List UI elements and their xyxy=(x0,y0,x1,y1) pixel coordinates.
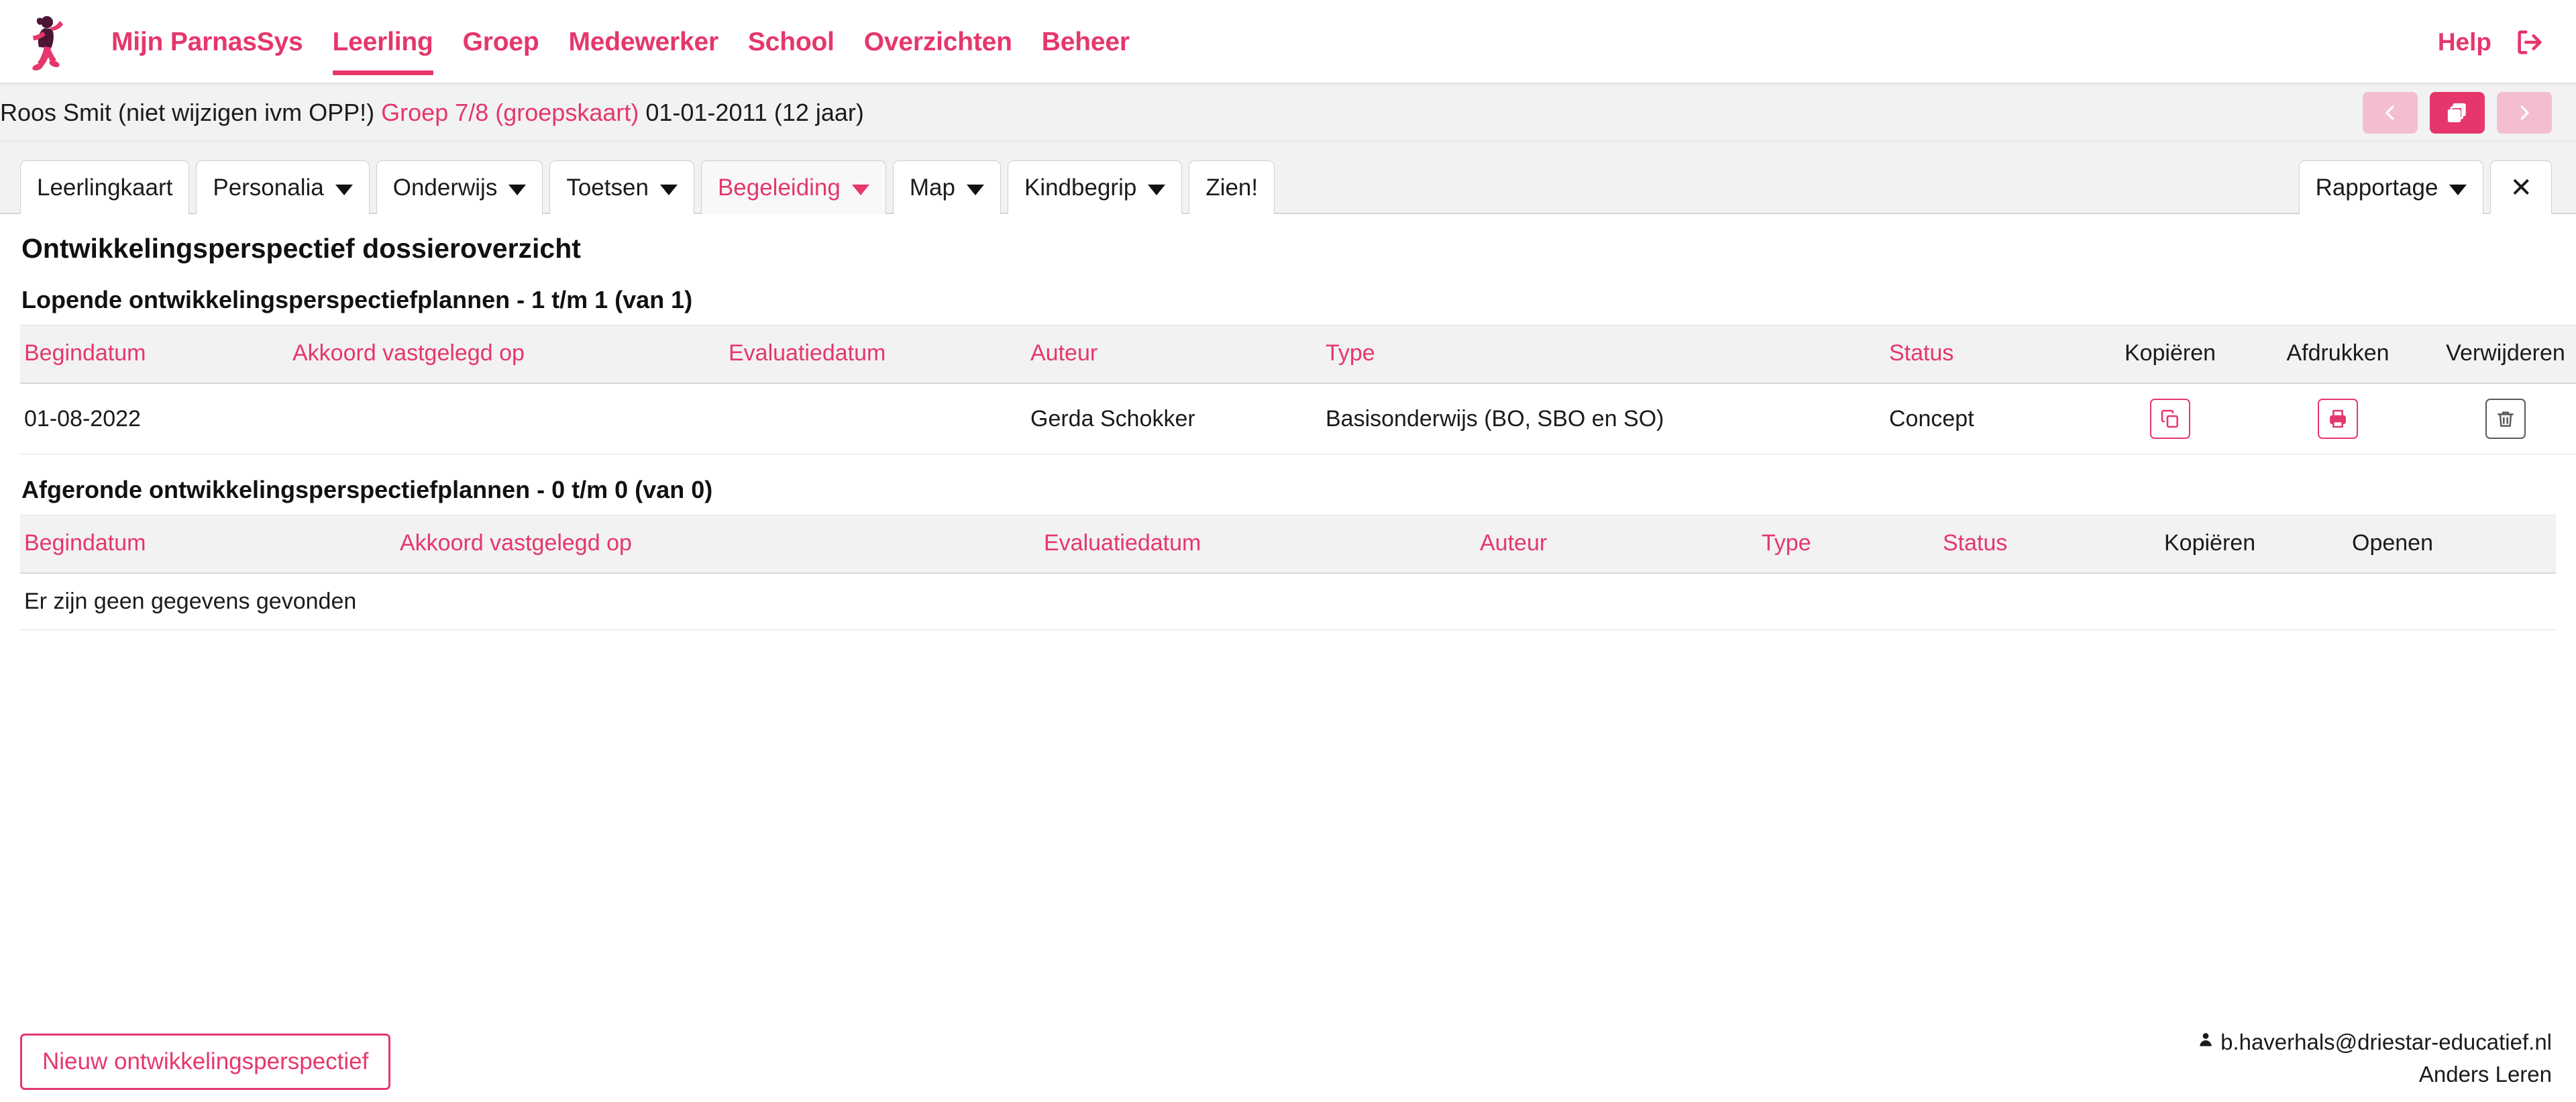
cell-akkoord xyxy=(288,383,724,454)
col-begindatum[interactable]: Begindatum xyxy=(20,325,288,384)
tab-group-left: Leerlingkaart Personalia Onderwijs Toets… xyxy=(20,160,2299,214)
chevron-down-icon xyxy=(1148,184,1166,195)
student-tab-bar: Leerlingkaart Personalia Onderwijs Toets… xyxy=(0,142,2576,214)
close-label: ✕ xyxy=(2510,172,2532,203)
print-icon[interactable] xyxy=(2318,399,2358,439)
user-icon xyxy=(2197,1028,2214,1058)
student-group-link[interactable]: Groep 7/8 (groepskaart) xyxy=(381,99,639,126)
cell-status: Concept xyxy=(1885,383,2086,454)
tab-kindbegrip[interactable]: Kindbegrip xyxy=(1007,160,1183,214)
tab-group-right: Rapportage ✕ xyxy=(2298,160,2552,214)
tab-label: Leerlingkaart xyxy=(37,174,173,201)
nav-item-leerling[interactable]: Leerling xyxy=(318,0,448,85)
student-name: Roos Smit (niet wijzigen ivm OPP!) xyxy=(0,99,375,126)
col-type[interactable]: Type xyxy=(1758,515,1939,574)
tab-leerlingkaart[interactable]: Leerlingkaart xyxy=(20,160,190,214)
cell-afdrukken xyxy=(2254,383,2422,454)
logout-icon[interactable] xyxy=(2514,27,2545,58)
tab-label: Map xyxy=(909,174,955,201)
nav-item-school[interactable]: School xyxy=(733,0,849,85)
nav-item-medewerker[interactable]: Medewerker xyxy=(553,0,733,85)
tab-label: Kindbegrip xyxy=(1024,174,1137,201)
tab-label: Personalia xyxy=(213,174,324,201)
tab-onderwijs[interactable]: Onderwijs xyxy=(376,160,543,214)
organisation-name: Anders Leren xyxy=(2418,1062,2552,1087)
cell-verwijderen xyxy=(2422,383,2576,454)
col-status[interactable]: Status xyxy=(1939,515,2160,574)
parnassys-logo-icon[interactable] xyxy=(23,13,74,71)
col-evaluatiedatum[interactable]: Evaluatiedatum xyxy=(1040,515,1476,574)
col-auteur[interactable]: Auteur xyxy=(1476,515,1758,574)
chevron-down-icon xyxy=(508,184,527,195)
col-akkoord-vastgelegd-op[interactable]: Akkoord vastgelegd op xyxy=(288,325,724,384)
tab-label: Zien! xyxy=(1205,174,1258,201)
user-email: b.haverhals@driestar-educatief.nl xyxy=(2220,1029,2552,1054)
col-kopieren: Kopiëren xyxy=(2160,515,2348,574)
col-status[interactable]: Status xyxy=(1885,325,2086,384)
page-title: Ontwikkelingsperspectief dossieroverzich… xyxy=(21,233,581,264)
new-ontwikkelingsperspectief-button[interactable]: Nieuw ontwikkelingsperspectief xyxy=(20,1034,391,1090)
close-icon[interactable]: ✕ xyxy=(2490,160,2552,214)
tab-label: Onderwijs xyxy=(392,174,498,201)
chevron-right-icon[interactable] xyxy=(2497,92,2552,134)
empty-state-row: Er zijn geen gegevens gevonden xyxy=(20,573,2556,630)
table-header-row: Begindatum Akkoord vastgelegd op Evaluat… xyxy=(20,515,2556,574)
col-openen: Openen xyxy=(2348,515,2556,574)
chevron-left-icon[interactable] xyxy=(2363,92,2418,134)
col-kopieren: Kopiëren xyxy=(2086,325,2254,384)
tab-label: Toetsen xyxy=(566,174,649,201)
help-link[interactable]: Help xyxy=(2438,28,2491,56)
tab-rapportage[interactable]: Rapportage xyxy=(2298,160,2484,214)
nav-item-mijn-parnassys[interactable]: Mijn ParnasSys xyxy=(97,0,318,85)
chevron-down-icon xyxy=(2449,184,2467,195)
tab-map[interactable]: Map xyxy=(892,160,1001,214)
tab-zien[interactable]: Zien! xyxy=(1189,160,1275,214)
col-begindatum[interactable]: Begindatum xyxy=(20,515,396,574)
chevron-down-icon xyxy=(851,184,869,195)
page-footer: Nieuw ontwikkelingsperspectief b.haverha… xyxy=(0,1027,2576,1102)
nav-item-groep[interactable]: Groep xyxy=(448,0,554,85)
chevron-down-icon xyxy=(335,184,353,195)
section-heading-running: Lopende ontwikkelingsperspectiefplannen … xyxy=(21,286,693,313)
tab-label: Rapportage xyxy=(2315,174,2438,201)
col-evaluatiedatum[interactable]: Evaluatiedatum xyxy=(724,325,1026,384)
tab-begeleiding[interactable]: Begeleiding xyxy=(700,160,886,214)
top-navigation-bar: Mijn ParnasSys Leerling Groep Medewerker… xyxy=(0,0,2576,85)
col-afdrukken: Afdrukken xyxy=(2254,325,2422,384)
chevron-down-icon xyxy=(966,184,984,195)
student-navigation xyxy=(2363,92,2552,134)
tab-toetsen[interactable]: Toetsen xyxy=(549,160,694,214)
cell-kopieren xyxy=(2086,383,2254,454)
col-verwijderen: Verwijderen xyxy=(2422,325,2576,384)
stacked-cards-icon[interactable] xyxy=(2430,92,2485,134)
main-content: Ontwikkelingsperspectief dossieroverzich… xyxy=(0,233,2576,630)
cell-evaluatiedatum xyxy=(724,383,1026,454)
col-akkoord-vastgelegd-op[interactable]: Akkoord vastgelegd op xyxy=(396,515,1040,574)
main-menu: Mijn ParnasSys Leerling Groep Medewerker… xyxy=(97,0,2438,85)
table-header-row: Begindatum Akkoord vastgelegd op Evaluat… xyxy=(20,325,2576,384)
col-type[interactable]: Type xyxy=(1322,325,1885,384)
table-row[interactable]: 01-08-2022 Gerda Schokker Basisonderwijs… xyxy=(20,383,2576,454)
footer-user-info: b.haverhals@driestar-educatief.nl Anders… xyxy=(2197,1028,2552,1090)
section-heading-completed: Afgeronde ontwikkelingsperspectiefplanne… xyxy=(21,476,713,503)
cell-auteur: Gerda Schokker xyxy=(1026,383,1322,454)
chevron-down-icon xyxy=(659,184,678,195)
col-auteur[interactable]: Auteur xyxy=(1026,325,1322,384)
cell-begindatum: 01-08-2022 xyxy=(20,383,288,454)
tab-personalia[interactable]: Personalia xyxy=(196,160,370,214)
copy-icon[interactable] xyxy=(2150,399,2190,439)
tab-label: Begeleiding xyxy=(717,174,841,201)
completed-plans-table: Begindatum Akkoord vastgelegd op Evaluat… xyxy=(20,515,2556,630)
student-context-bar: Roos Smit (niet wijzigen ivm OPP!) Groep… xyxy=(0,85,2576,142)
running-plans-table: Begindatum Akkoord vastgelegd op Evaluat… xyxy=(20,325,2576,454)
nav-item-overzichten[interactable]: Overzichten xyxy=(849,0,1027,85)
student-birthdate-age: 01-01-2011 (12 jaar) xyxy=(645,99,864,126)
empty-message: Er zijn geen gegevens gevonden xyxy=(20,573,2556,630)
top-right-actions: Help xyxy=(2438,27,2545,58)
student-info: Roos Smit (niet wijzigen ivm OPP!) Groep… xyxy=(0,99,2363,127)
cell-type: Basisonderwijs (BO, SBO en SO) xyxy=(1322,383,1885,454)
nav-item-beheer[interactable]: Beheer xyxy=(1027,0,1144,85)
trash-icon[interactable] xyxy=(2485,399,2526,439)
